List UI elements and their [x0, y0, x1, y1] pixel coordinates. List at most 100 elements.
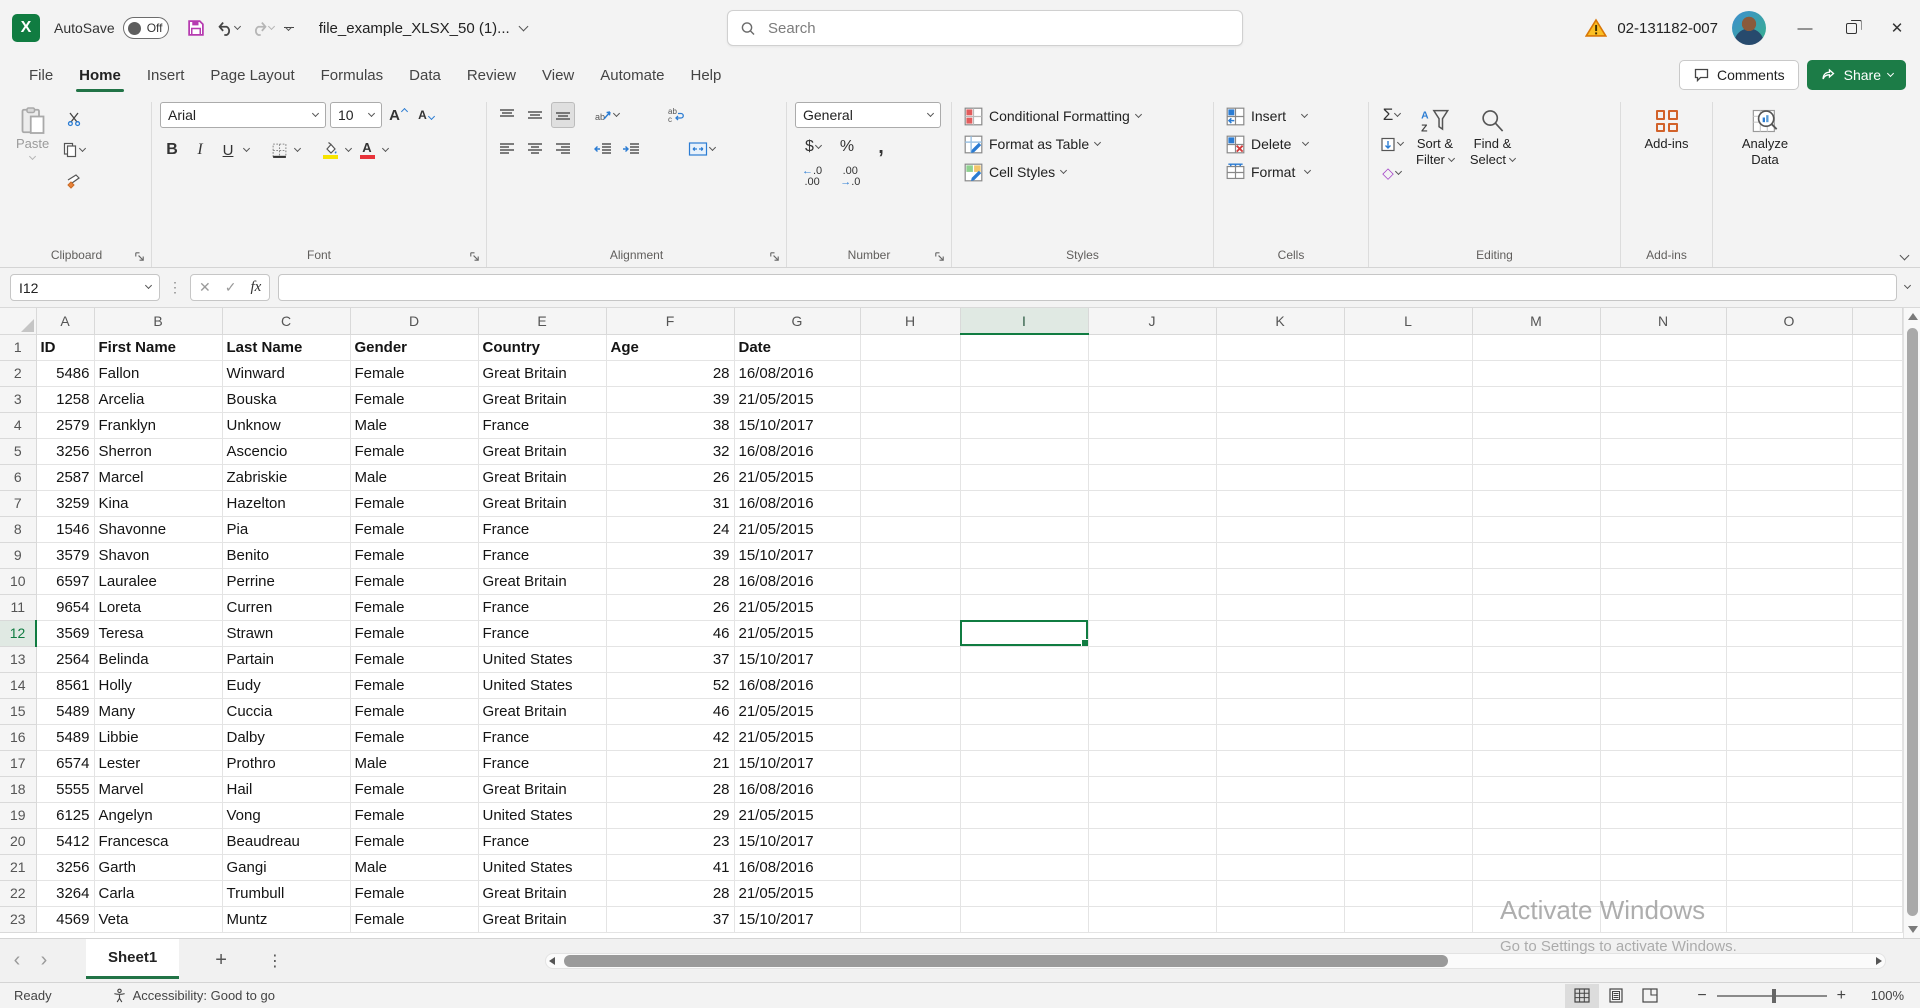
cell-L21[interactable] — [1344, 854, 1472, 880]
row-header-21[interactable]: 21 — [0, 854, 36, 880]
cell-L13[interactable] — [1344, 646, 1472, 672]
cell-partial-8[interactable] — [1852, 516, 1902, 542]
cell-E9[interactable]: France — [478, 542, 606, 568]
cell-partial-22[interactable] — [1852, 880, 1902, 906]
cell-A9[interactable]: 3579 — [36, 542, 94, 568]
cell-G16[interactable]: 21/05/2015 — [734, 724, 860, 750]
column-header-E[interactable]: E — [478, 308, 606, 334]
font-size-select[interactable]: 10 — [330, 102, 382, 128]
cell-N10[interactable] — [1600, 568, 1726, 594]
tab-data[interactable]: Data — [396, 59, 454, 92]
cell-E1[interactable]: Country — [478, 334, 606, 360]
sort-filter-button[interactable]: AZ Sort & Filter — [1410, 102, 1460, 186]
fill-button[interactable] — [1377, 131, 1406, 157]
cell-D18[interactable]: Female — [350, 776, 478, 802]
cell-J10[interactable] — [1088, 568, 1216, 594]
zoom-slider-thumb[interactable] — [1772, 989, 1776, 1003]
tab-formulas[interactable]: Formulas — [308, 59, 397, 92]
cell-A8[interactable]: 1546 — [36, 516, 94, 542]
row-header-13[interactable]: 13 — [0, 646, 36, 672]
insert-function-button[interactable]: fx — [250, 279, 261, 296]
undo-button[interactable] — [213, 15, 243, 42]
cell-J11[interactable] — [1088, 594, 1216, 620]
horizontal-scrollbar[interactable] — [545, 953, 1886, 969]
cell-J6[interactable] — [1088, 464, 1216, 490]
cell-A17[interactable]: 6574 — [36, 750, 94, 776]
row-header-10[interactable]: 10 — [0, 568, 36, 594]
cell-C15[interactable]: Cuccia — [222, 698, 350, 724]
cell-K6[interactable] — [1216, 464, 1344, 490]
cell-E21[interactable]: United States — [478, 854, 606, 880]
cell-C13[interactable]: Partain — [222, 646, 350, 672]
comma-style-button[interactable]: , — [869, 134, 893, 160]
cell-A16[interactable]: 5489 — [36, 724, 94, 750]
cell-partial-12[interactable] — [1852, 620, 1902, 646]
cell-C9[interactable]: Benito — [222, 542, 350, 568]
comments-button[interactable]: Comments — [1679, 60, 1799, 90]
cell-E23[interactable]: Great Britain — [478, 906, 606, 932]
cell-F20[interactable]: 23 — [606, 828, 734, 854]
cell-G18[interactable]: 16/08/2016 — [734, 776, 860, 802]
column-header-J[interactable]: J — [1088, 308, 1216, 334]
cell-I1[interactable] — [960, 334, 1088, 360]
cell-J12[interactable] — [1088, 620, 1216, 646]
cell-B20[interactable]: Francesca — [94, 828, 222, 854]
middle-align-button[interactable] — [523, 102, 547, 128]
cell-J8[interactable] — [1088, 516, 1216, 542]
cell-L1[interactable] — [1344, 334, 1472, 360]
cell-L9[interactable] — [1344, 542, 1472, 568]
cell-J2[interactable] — [1088, 360, 1216, 386]
cell-J16[interactable] — [1088, 724, 1216, 750]
cell-O8[interactable] — [1726, 516, 1852, 542]
cell-E18[interactable]: Great Britain — [478, 776, 606, 802]
cell-M8[interactable] — [1472, 516, 1600, 542]
column-header-C[interactable]: C — [222, 308, 350, 334]
cell-A2[interactable]: 5486 — [36, 360, 94, 386]
cell-H8[interactable] — [860, 516, 960, 542]
cell-K9[interactable] — [1216, 542, 1344, 568]
find-select-button[interactable]: Find & Select — [1464, 102, 1521, 186]
accessibility-status[interactable]: Accessibility: Good to go — [112, 988, 275, 1003]
row-header-14[interactable]: 14 — [0, 672, 36, 698]
cell-N23[interactable] — [1600, 906, 1726, 932]
cell-F4[interactable]: 38 — [606, 412, 734, 438]
cell-C4[interactable]: Unknow — [222, 412, 350, 438]
cell-D4[interactable]: Male — [350, 412, 478, 438]
cell-K5[interactable] — [1216, 438, 1344, 464]
cell-F6[interactable]: 26 — [606, 464, 734, 490]
cell-E8[interactable]: France — [478, 516, 606, 542]
scroll-right-icon[interactable] — [1876, 957, 1882, 965]
increase-indent-button[interactable] — [619, 136, 643, 162]
cell-J15[interactable] — [1088, 698, 1216, 724]
orientation-button[interactable]: ab — [591, 102, 622, 128]
cell-N14[interactable] — [1600, 672, 1726, 698]
cell-G3[interactable]: 21/05/2015 — [734, 386, 860, 412]
cell-I4[interactable] — [960, 412, 1088, 438]
cell-L22[interactable] — [1344, 880, 1472, 906]
cell-C23[interactable]: Muntz — [222, 906, 350, 932]
cell-H12[interactable] — [860, 620, 960, 646]
cell-D13[interactable]: Female — [350, 646, 478, 672]
cell-M12[interactable] — [1472, 620, 1600, 646]
cell-H7[interactable] — [860, 490, 960, 516]
cell-D10[interactable]: Female — [350, 568, 478, 594]
cell-M3[interactable] — [1472, 386, 1600, 412]
cell-B7[interactable]: Kina — [94, 490, 222, 516]
row-header-8[interactable]: 8 — [0, 516, 36, 542]
search-input[interactable] — [768, 20, 1230, 37]
tab-home[interactable]: Home — [66, 59, 134, 92]
cell-K16[interactable] — [1216, 724, 1344, 750]
cell-M21[interactable] — [1472, 854, 1600, 880]
cell-L20[interactable] — [1344, 828, 1472, 854]
cell-I7[interactable] — [960, 490, 1088, 516]
cell-A10[interactable]: 6597 — [36, 568, 94, 594]
cell-J3[interactable] — [1088, 386, 1216, 412]
cell-M2[interactable] — [1472, 360, 1600, 386]
cell-D8[interactable]: Female — [350, 516, 478, 542]
bold-button[interactable]: B — [160, 137, 184, 163]
cell-O7[interactable] — [1726, 490, 1852, 516]
cell-D2[interactable]: Female — [350, 360, 478, 386]
delete-cells-button[interactable]: Delete — [1222, 130, 1360, 158]
cell-M6[interactable] — [1472, 464, 1600, 490]
fill-color-dropdown-icon[interactable] — [345, 144, 352, 151]
